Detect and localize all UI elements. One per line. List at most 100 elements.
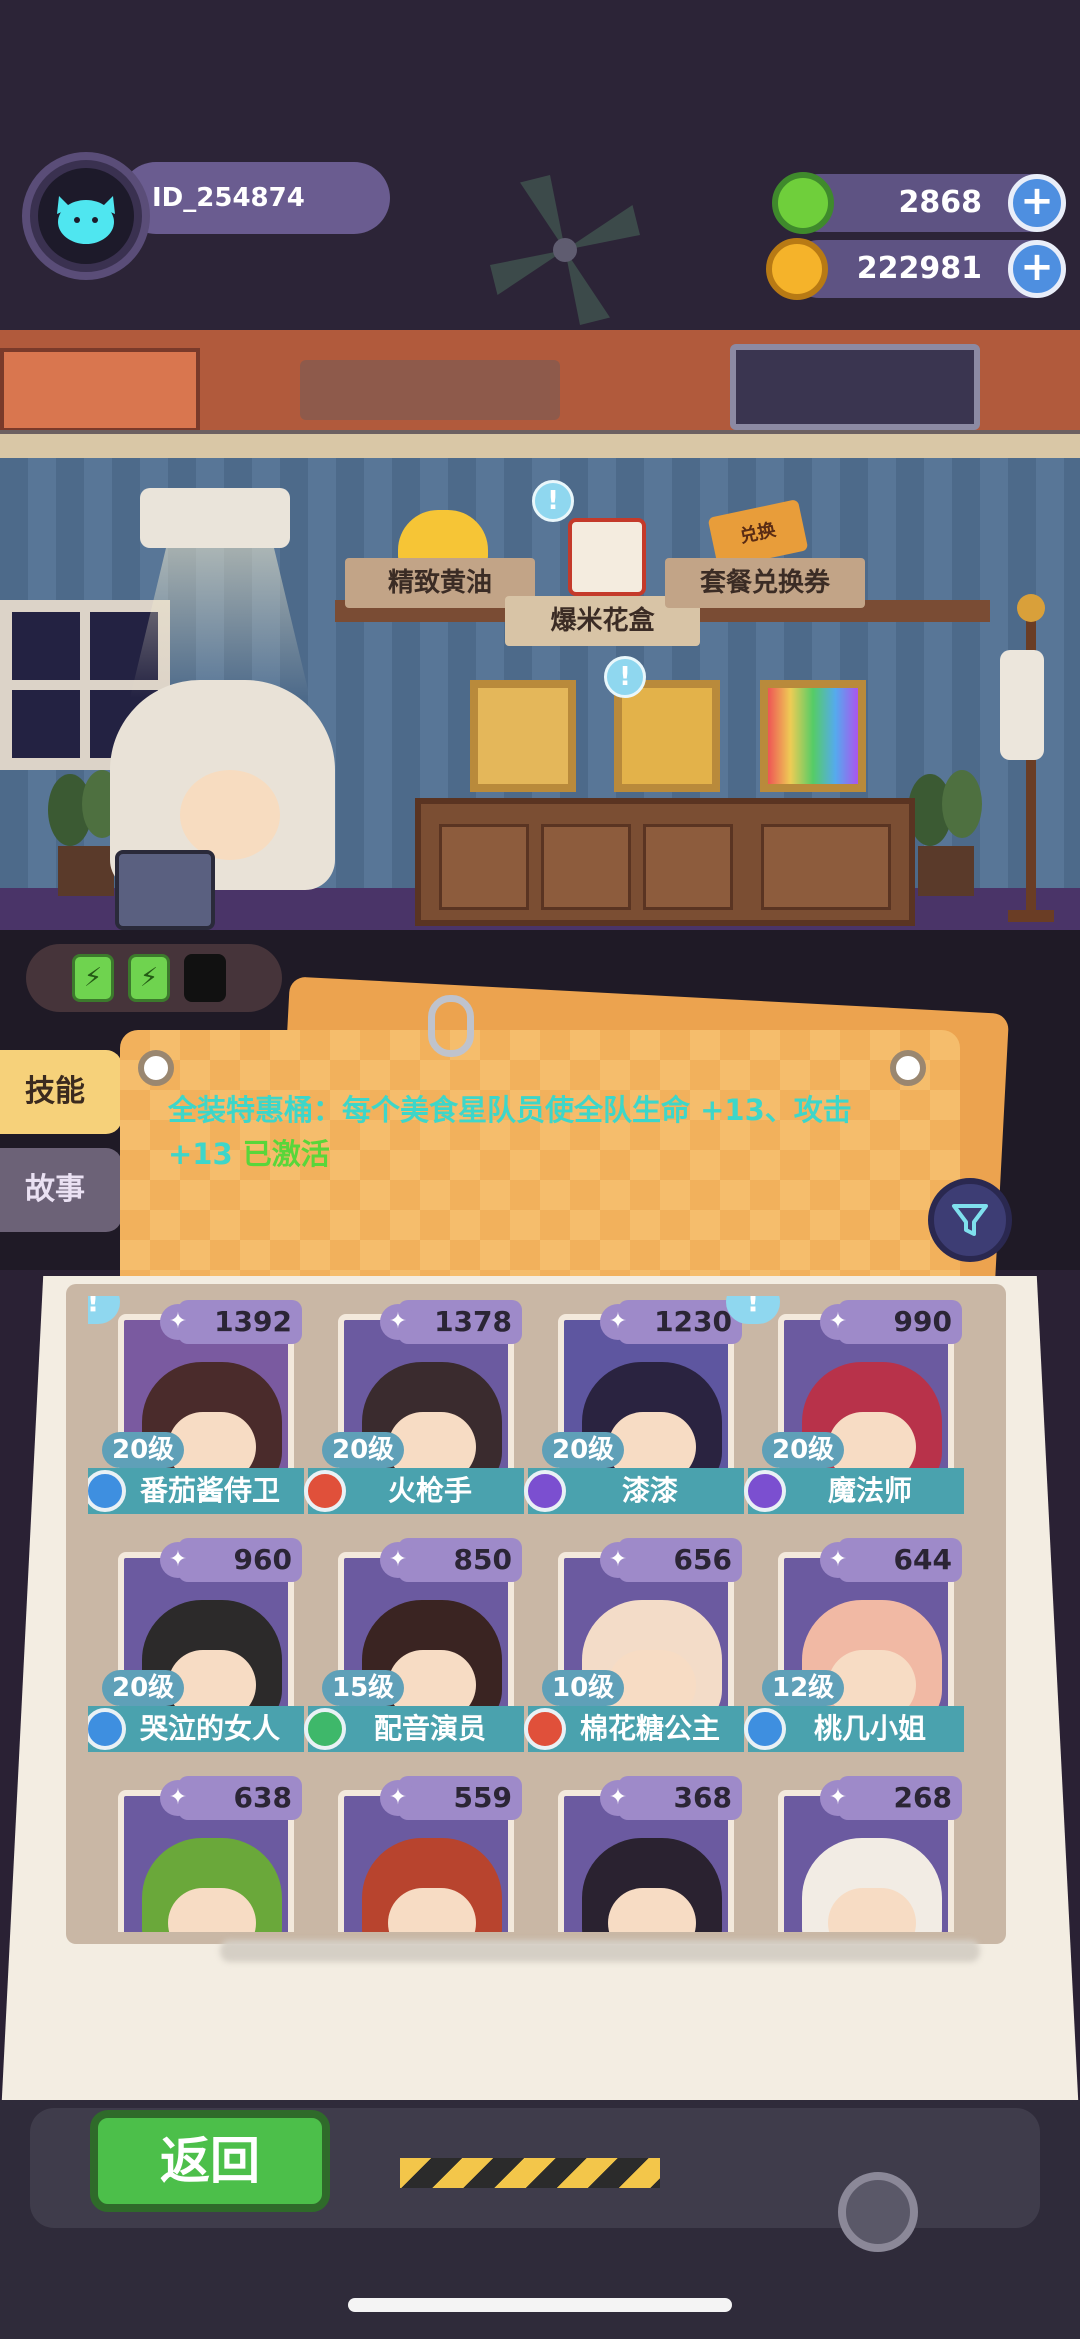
hero-power-value: 1230: [654, 1305, 732, 1338]
hero-power: ✦ 638: [160, 1776, 302, 1820]
skill-description: 全装特惠桶：每个美食星队员使全队生命 +13、攻击 +13 已激活: [168, 1088, 898, 1176]
power-icon: ✦: [380, 1542, 416, 1578]
hero-power-value: 850: [453, 1543, 512, 1576]
power-icon: ✦: [820, 1304, 856, 1340]
hero-power-value: 990: [893, 1305, 952, 1338]
hero-card[interactable]: ✦ 644 桃几小姐 12级: [744, 1534, 964, 1756]
role-shield-icon: [304, 1470, 346, 1512]
hero-card[interactable]: ✦1392!番茄酱侍卫20级: [88, 1296, 304, 1518]
popcorn-box-icon[interactable]: [568, 518, 646, 596]
hero-level: 20级: [102, 1432, 185, 1468]
add-donut-button[interactable]: +: [1008, 174, 1066, 232]
pin-icon: [138, 1050, 174, 1086]
hero-level: 10级: [542, 1670, 625, 1706]
hero-power: ✦ 1230: [600, 1300, 742, 1344]
tab-skill[interactable]: 技能: [0, 1050, 122, 1134]
frame-hint-bubble-icon: !: [604, 656, 646, 698]
cashier-face: [180, 770, 280, 860]
hero-hint-icon: !: [726, 1296, 780, 1324]
hero-power: ✦ 1378: [380, 1300, 522, 1344]
home-indicator[interactable]: [348, 2298, 732, 2312]
role-shield-icon: [524, 1708, 566, 1750]
knob-decoration: [838, 2172, 918, 2252]
hero-power: ✦ 850: [380, 1538, 522, 1582]
energy-battery-icon: ⚡: [128, 954, 170, 1002]
green-donut-icon: [772, 172, 834, 234]
pin-icon: [890, 1050, 926, 1086]
filter-icon: [952, 1204, 988, 1236]
hero-card[interactable]: ✦ 960 哭泣的女人 20级: [88, 1534, 304, 1756]
player-avatar[interactable]: [22, 152, 150, 280]
hero-power: ✦ 559: [380, 1776, 522, 1820]
gold-planet-icon: [766, 238, 828, 300]
hero-level: 20级: [322, 1432, 405, 1468]
power-icon: ✦: [600, 1542, 636, 1578]
cash-register: [115, 850, 215, 930]
power-icon: ✦: [600, 1304, 636, 1340]
hazard-stripe: [400, 2158, 660, 2188]
popcorn-hint-bubble-icon: !: [532, 480, 574, 522]
hero-power: ✦ 268: [820, 1776, 962, 1820]
shop-counter: [415, 798, 915, 926]
power-icon: ✦: [600, 1780, 636, 1816]
hero-card[interactable]: ✦ 368: [528, 1772, 744, 1932]
gold-currency-value: 222981: [856, 251, 982, 286]
cat-avatar-icon: [57, 196, 115, 244]
role-shield-icon: [524, 1470, 566, 1512]
power-icon: ✦: [380, 1304, 416, 1340]
hero-power: ✦ 960: [160, 1538, 302, 1582]
hero-power: ✦ 1392: [160, 1300, 302, 1344]
power-icon: ✦: [820, 1542, 856, 1578]
hero-level: 20级: [542, 1432, 625, 1468]
hero-power-value: 268: [893, 1781, 952, 1814]
role-shield-icon: [744, 1470, 786, 1512]
hero-power-value: 638: [233, 1781, 292, 1814]
hero-power-value: 368: [673, 1781, 732, 1814]
hero-card[interactable]: ✦ 656 棉花糖公主 10级: [524, 1534, 744, 1756]
hero-card[interactable]: ✦ 1378 火枪手 20级: [304, 1296, 524, 1518]
blurred-text: [220, 1940, 980, 1962]
hero-hint-icon: !: [88, 1296, 120, 1324]
player-id-label: ID_254874: [120, 162, 390, 234]
back-button[interactable]: 返回: [90, 2110, 330, 2212]
hero-power-value: 1378: [434, 1305, 512, 1338]
portrait-frame-3[interactable]: [760, 680, 866, 792]
hero-power: ✦ 656: [600, 1538, 742, 1582]
add-gold-button[interactable]: +: [1008, 240, 1066, 298]
paper-clip-icon: [428, 995, 474, 1057]
hero-power-value: 1392: [214, 1305, 292, 1338]
hero-level: 15级: [322, 1670, 405, 1706]
power-icon: ✦: [380, 1780, 416, 1816]
portrait-frame-1[interactable]: [470, 680, 576, 792]
hero-level: 20级: [762, 1432, 845, 1468]
hero-card[interactable]: ✦ 638: [88, 1772, 304, 1932]
power-icon: ✦: [820, 1780, 856, 1816]
role-shield-icon: [304, 1708, 346, 1750]
tab-story[interactable]: 故事: [0, 1148, 122, 1232]
hero-card[interactable]: ✦ 990! 魔法师 20级: [726, 1296, 964, 1518]
hero-power-value: 559: [453, 1781, 512, 1814]
hero-power-value: 656: [673, 1543, 732, 1576]
skill-status: 已激活: [242, 1137, 330, 1171]
coat-hanger: [1000, 590, 1062, 930]
hero-power-value: 644: [893, 1543, 952, 1576]
hero-card[interactable]: ✦ 268: [748, 1772, 964, 1932]
filter-button[interactable]: [928, 1178, 1012, 1262]
hero-power: ✦ 368: [600, 1776, 742, 1820]
ceiling-strip: [0, 430, 1080, 458]
menu-item-combo-ticket[interactable]: 套餐兑换券: [665, 558, 865, 608]
power-icon: ✦: [160, 1542, 196, 1578]
energy-bar: ⚡ ⚡: [26, 944, 282, 1012]
projector-lamp: [140, 488, 290, 548]
hero-power: ✦ 644: [820, 1538, 962, 1582]
power-icon: ✦: [160, 1304, 196, 1340]
roster-grid: ✦1392!番茄酱侍卫20级✦1378火枪手20级✦1230漆漆20级✦990!…: [88, 1296, 988, 1932]
role-shield-icon: [744, 1708, 786, 1750]
energy-battery-icon: ⚡: [72, 954, 114, 1002]
power-icon: ✦: [160, 1780, 196, 1816]
hero-card[interactable]: ✦ 1230 漆漆 20级: [524, 1296, 744, 1518]
hero-card[interactable]: ✦ 850 配音演员 15级: [304, 1534, 524, 1756]
donut-currency-value: 2868: [898, 185, 983, 220]
hero-card[interactable]: ✦ 559: [308, 1772, 524, 1932]
hero-power: ✦ 990: [820, 1300, 962, 1344]
